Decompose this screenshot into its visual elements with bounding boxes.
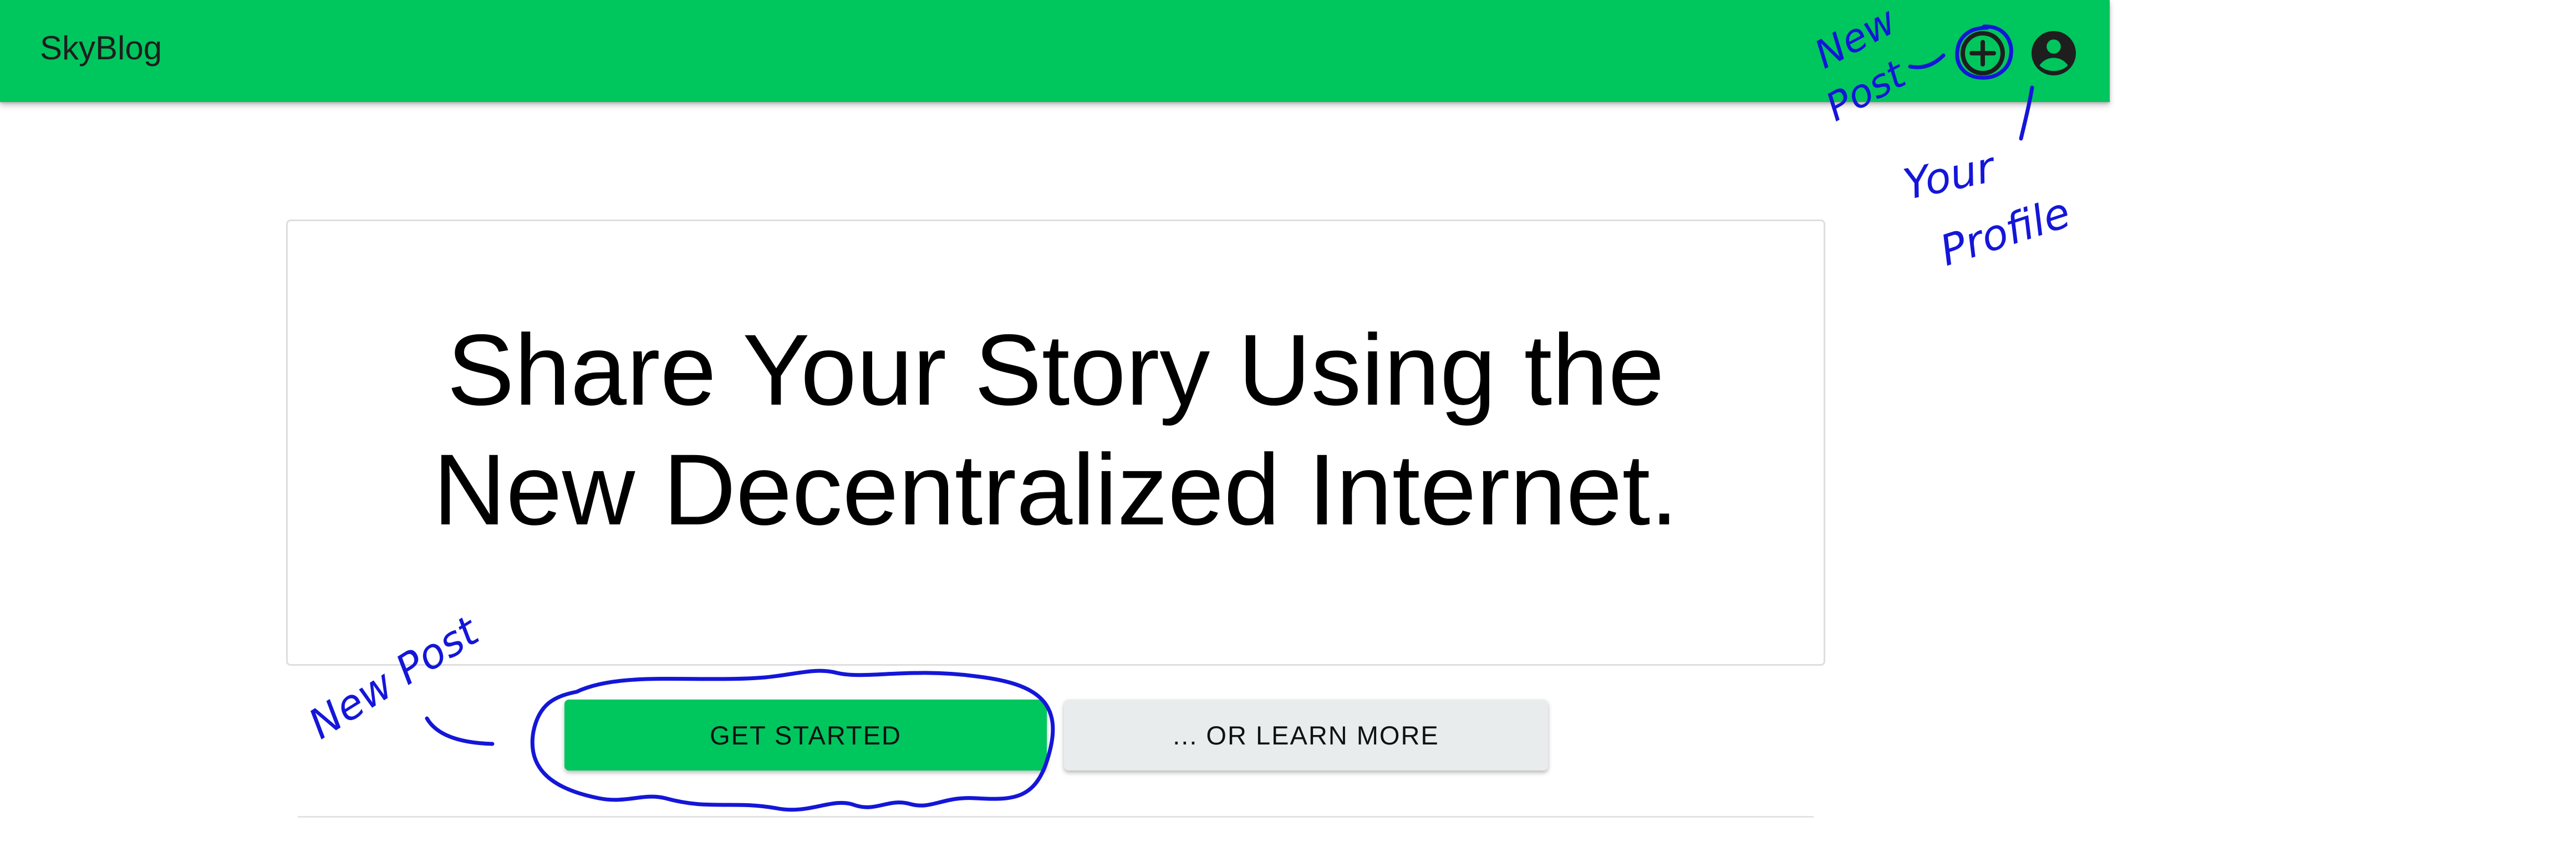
plus-circle-icon[interactable]: [1956, 27, 2009, 80]
hero-title: Share Your Story Using the New Decentral…: [288, 310, 1824, 549]
hero-title-line-1: Share Your Story Using the: [447, 313, 1664, 426]
annotation-arrow-get-started: [425, 716, 495, 746]
account-circle-icon[interactable]: [2027, 27, 2080, 80]
brand-title[interactable]: SkyBlog: [40, 29, 162, 67]
get-started-button[interactable]: GET STARTED: [564, 700, 1047, 771]
annotation-your-profile-word2: Profile: [1934, 187, 2076, 276]
app-bar: SkyBlog: [0, 0, 2110, 102]
annotation-your-profile-word1: Your: [1899, 141, 2001, 209]
hero-title-line-2: New Decentralized Internet.: [433, 433, 1678, 546]
hero-card: Share Your Story Using the New Decentral…: [286, 220, 1825, 666]
section-divider: [298, 816, 1814, 818]
learn-more-button[interactable]: ... OR LEARN MORE: [1064, 700, 1548, 771]
